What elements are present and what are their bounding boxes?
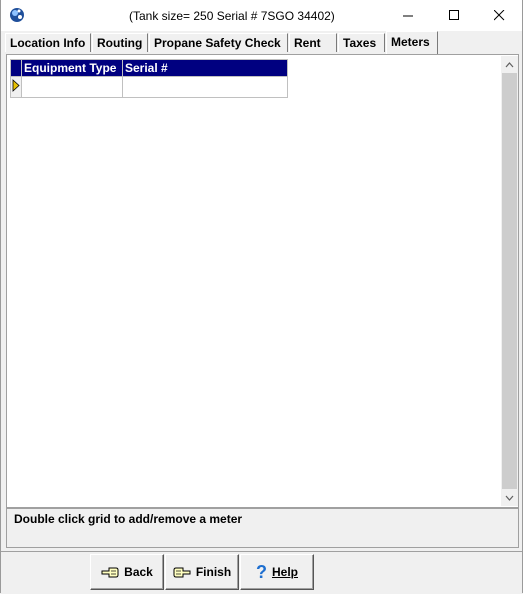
chevron-down-icon — [505, 495, 514, 501]
scroll-up-button[interactable] — [501, 56, 518, 73]
maximize-icon — [448, 10, 459, 20]
column-header-equipment-type[interactable]: Equipment Type — [21, 59, 123, 77]
finish-button-label: Finish — [195, 565, 232, 579]
question-mark-icon: ? — [255, 562, 267, 582]
scroll-down-button[interactable] — [501, 489, 518, 506]
cell-equipment-type[interactable] — [21, 76, 123, 98]
meters-grid[interactable]: Equipment Type Serial # — [10, 59, 288, 98]
maximize-button[interactable] — [431, 0, 477, 31]
help-button[interactable]: ? Help — [240, 554, 314, 590]
tab-meters[interactable]: Meters — [386, 31, 438, 54]
vertical-scrollbar[interactable] — [501, 56, 518, 506]
table-row[interactable] — [10, 76, 288, 98]
column-header-serial[interactable]: Serial # — [122, 59, 288, 77]
back-button-label: Back — [124, 565, 153, 579]
minimize-icon — [402, 15, 413, 17]
chevron-up-icon — [505, 61, 514, 67]
scrollbar-thumb[interactable] — [502, 73, 517, 489]
tab-rent[interactable]: Rent — [289, 33, 337, 52]
grid-corner-header — [10, 59, 22, 77]
tab-routing[interactable]: Routing — [92, 33, 148, 52]
back-hand-icon — [101, 567, 119, 578]
button-bar: Back Finish ? Help — [1, 551, 522, 594]
tab-propane-safety-check[interactable]: Propane Safety Check — [149, 33, 288, 52]
minimize-button[interactable] — [385, 0, 431, 31]
current-row-arrow-icon — [12, 79, 20, 92]
meters-grid-area[interactable]: Equipment Type Serial # — [8, 56, 501, 506]
window-title: (Tank size= 250 Serial # 7SGO 34402) — [129, 9, 335, 23]
title-bar: (Tank size= 250 Serial # 7SGO 34402) — [1, 0, 522, 31]
tab-strip: Location Info Routing Propane Safety Che… — [1, 31, 522, 55]
tab-taxes[interactable]: Taxes — [338, 33, 385, 52]
dialog-window: (Tank size= 250 Serial # 7SGO 34402) Loc… — [0, 0, 523, 594]
finish-hand-icon — [173, 567, 191, 578]
tab-location-info[interactable]: Location Info — [5, 33, 91, 52]
hint-panel: Double click grid to add/remove a meter — [6, 508, 519, 548]
cell-serial[interactable] — [122, 76, 288, 98]
row-indicator[interactable] — [10, 76, 22, 98]
close-icon — [493, 10, 504, 21]
app-logo-icon — [10, 8, 24, 22]
hint-text: Double click grid to add/remove a meter — [14, 512, 243, 526]
help-button-label: Help — [271, 565, 298, 579]
meters-panel: Equipment Type Serial # — [6, 54, 519, 508]
close-button[interactable] — [476, 0, 522, 31]
finish-button[interactable]: Finish — [165, 554, 239, 590]
back-button[interactable]: Back — [90, 554, 164, 590]
